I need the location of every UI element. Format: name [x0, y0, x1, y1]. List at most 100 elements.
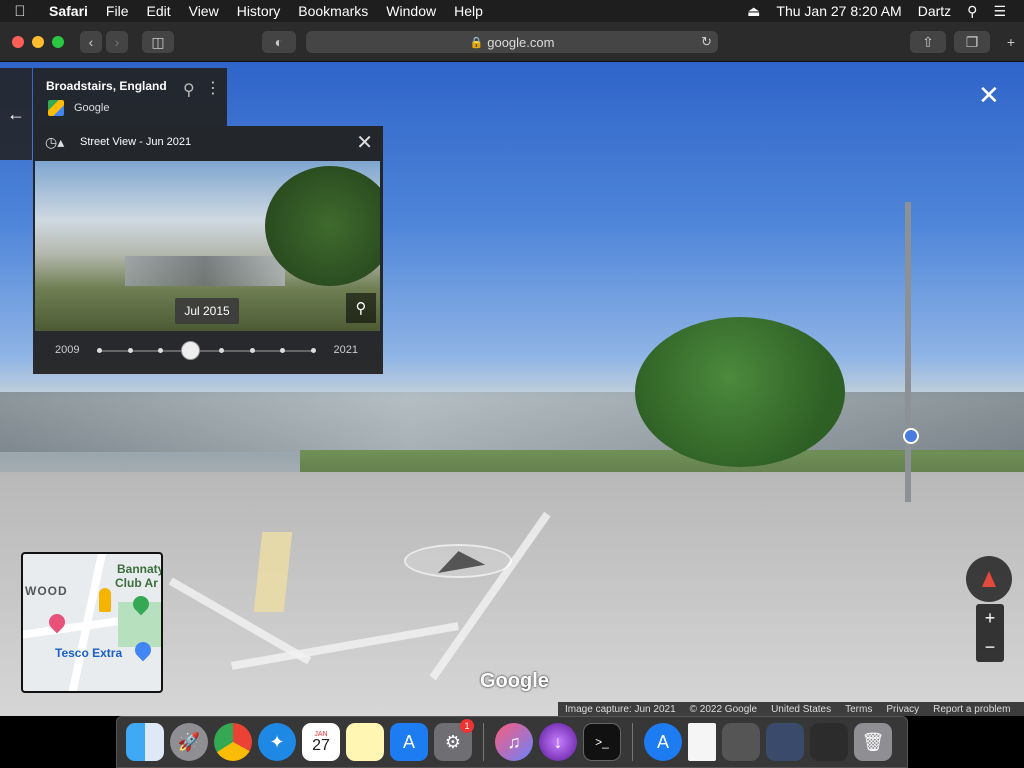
spotlight-search-icon[interactable]: ⚲: [959, 3, 985, 20]
date-slider-stop[interactable]: [158, 348, 163, 353]
date-slider-track[interactable]: [97, 341, 316, 360]
selected-date-label: Jul 2015: [175, 298, 239, 324]
menu-window[interactable]: Window: [377, 3, 445, 19]
system-preferences-icon[interactable]: ⚙ 1: [434, 719, 474, 761]
media-stack-icon[interactable]: [810, 723, 848, 761]
year-end-label: 2021: [333, 344, 358, 356]
street-scene-tree: [635, 317, 845, 467]
fullscreen-window-button[interactable]: [52, 36, 64, 48]
lock-icon: 🔒: [469, 36, 484, 49]
downloads-stack-icon[interactable]: [722, 723, 760, 761]
zoom-in-button[interactable]: +: [976, 604, 1004, 633]
location-provider: Google: [74, 102, 110, 114]
date-slider-stop[interactable]: [128, 348, 133, 353]
compass-icon[interactable]: [966, 556, 1012, 602]
google-logo: Google: [480, 670, 549, 692]
new-tab-icon[interactable]: +: [1000, 31, 1022, 53]
terminal-icon[interactable]: >_: [583, 723, 621, 761]
sidebar-toggle-icon[interactable]: ◫: [142, 31, 174, 53]
apple-icon[interactable]: : [0, 3, 40, 20]
calendar-icon[interactable]: JAN 27: [302, 723, 340, 761]
launchpad-icon[interactable]: 🚀: [170, 723, 208, 761]
app-store-folder-icon[interactable]: A: [644, 723, 682, 761]
country-link[interactable]: United States: [764, 704, 838, 715]
back-icon[interactable]: ‹: [80, 31, 102, 53]
date-slider-stop[interactable]: [280, 348, 285, 353]
minimize-window-button[interactable]: [32, 36, 44, 48]
zoom-out-button[interactable]: −: [976, 633, 1004, 662]
safari-icon[interactable]: ✦: [258, 723, 296, 761]
notes-icon[interactable]: [346, 723, 384, 761]
minimap-label-bannatyne: Bannaty: [117, 562, 163, 576]
map-pin-icon[interactable]: ⚲: [183, 80, 195, 100]
privacy-shield-icon[interactable]: ◐: [262, 31, 296, 53]
app-store-icon[interactable]: A: [390, 723, 428, 761]
chrome-icon[interactable]: [214, 723, 252, 761]
date-slider-stop[interactable]: [250, 348, 255, 353]
minimap-label-tesco: Tesco Extra: [55, 646, 123, 660]
exit-street-view-icon[interactable]: ✕: [978, 80, 1000, 111]
menu-bar:  Safari File Edit View History Bookmark…: [0, 0, 1024, 22]
more-options-icon[interactable]: ⋮: [205, 78, 221, 98]
eject-icon[interactable]: ⏏: [739, 3, 768, 20]
menu-view[interactable]: View: [180, 3, 228, 19]
place-marker-icon[interactable]: [903, 428, 919, 444]
location-card: Broadstairs, England Google ⚲ ⋮: [33, 68, 227, 126]
minimap-label-club: Club Ar: [115, 576, 158, 590]
google-maps-logo-icon: [48, 100, 64, 116]
menu-app-safari[interactable]: Safari: [40, 3, 97, 19]
settings-badge: 1: [460, 719, 474, 733]
calendar-day: 27: [312, 736, 330, 754]
installer-icon[interactable]: ↓: [539, 723, 577, 761]
trash-icon[interactable]: 🗑: [854, 723, 892, 761]
date-slider-handle[interactable]: [181, 341, 200, 360]
document-icon[interactable]: [688, 723, 716, 761]
location-title: Broadstairs, England: [46, 79, 167, 93]
report-problem-link[interactable]: Report a problem: [926, 704, 1017, 715]
address-url: google.com: [487, 34, 555, 50]
reload-icon[interactable]: ↻: [701, 34, 712, 50]
control-center-icon[interactable]: ☰: [985, 3, 1014, 20]
menu-history[interactable]: History: [228, 3, 290, 19]
menu-edit[interactable]: Edit: [137, 3, 179, 19]
close-icon[interactable]: ✕: [356, 130, 373, 155]
map-footer: Image capture: Jun 2021 © 2022 Google Un…: [558, 702, 1024, 716]
menubar-user[interactable]: Dartz: [910, 3, 959, 19]
history-clock-icon[interactable]: ◷▴: [45, 134, 64, 151]
terms-link[interactable]: Terms: [838, 704, 879, 715]
date-slider-stop[interactable]: [219, 348, 224, 353]
address-bar[interactable]: 🔒 google.com ↻: [306, 31, 718, 53]
browser-toolbar: ‹ › ◫ ◐ 🔒 google.com ↻ ⇧ ❐ +: [0, 22, 1024, 62]
minimap[interactable]: Bannaty Club Ar WOOD Tesco Extra: [21, 552, 163, 693]
tabs-overview-icon[interactable]: ❐: [954, 31, 990, 53]
street-scene-buildings: [0, 392, 1024, 452]
zoom-controls: + −: [976, 604, 1004, 662]
menu-bookmarks[interactable]: Bookmarks: [289, 3, 377, 19]
street-scene-lamppost: [905, 202, 911, 502]
time-panel-title: Street View - Jun 2021: [80, 136, 192, 148]
privacy-link[interactable]: Privacy: [879, 704, 926, 715]
image-capture-date: Image capture: Jun 2021: [565, 703, 676, 715]
dock-separator: [632, 723, 633, 761]
compass-needle: [982, 571, 996, 587]
thumbnail-scene-cars: [125, 256, 285, 286]
forward-icon[interactable]: ›: [106, 31, 128, 53]
date-slider-stop[interactable]: [97, 348, 102, 353]
dock: 🚀 ✦ JAN 27 A ⚙ 1 ♫ ↓ >_ A 🗑: [116, 716, 908, 768]
date-slider-stop[interactable]: [311, 348, 316, 353]
close-window-button[interactable]: [12, 36, 24, 48]
menu-file[interactable]: File: [97, 3, 138, 19]
minimap-label-wood: WOOD: [25, 584, 68, 598]
dock-separator: [483, 723, 484, 761]
zoom-thumbnail-icon[interactable]: ⚲: [346, 293, 376, 323]
menu-help[interactable]: Help: [445, 3, 492, 19]
share-icon[interactable]: ⇧: [910, 31, 946, 53]
pegman-icon[interactable]: [99, 588, 111, 612]
music-icon[interactable]: ♫: [495, 723, 533, 761]
back-arrow-icon[interactable]: ←: [0, 68, 32, 160]
finder-icon[interactable]: [126, 723, 164, 761]
year-start-label: 2009: [55, 344, 80, 356]
screenshots-stack-icon[interactable]: [766, 723, 804, 761]
menubar-datetime[interactable]: Thu Jan 27 8:20 AM: [768, 3, 909, 19]
street-view-time-panel: ◷▴ Street View - Jun 2021 ✕ ⚲ Jul 2015 2…: [33, 126, 383, 374]
